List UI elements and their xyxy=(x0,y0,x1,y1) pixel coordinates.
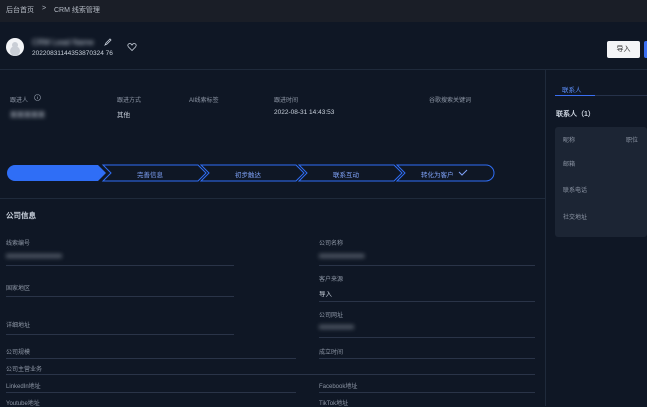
website-label: 公司网址 xyxy=(319,313,344,319)
tab-contacts[interactable]: 联系人 xyxy=(562,84,582,94)
step-label-interaction: 联系互动 xyxy=(333,172,359,179)
search-keywords-label: 谷歌搜索关键词 xyxy=(429,98,472,104)
lead-no-label: 线索编号 xyxy=(6,241,31,247)
scale-label: 公司规模 xyxy=(6,350,31,356)
main-business-label: 公司主营业务 xyxy=(6,367,43,373)
info-icon[interactable] xyxy=(34,94,41,101)
email-label: 邮箱 xyxy=(563,162,576,168)
contact-card[interactable]: 昵称 职位 邮箱 联系电话 社交地址 xyxy=(555,127,647,237)
established-label: 成立时间 xyxy=(319,350,344,356)
follow-method-label: 跟进方式 xyxy=(117,98,142,104)
right-panel-divider xyxy=(545,70,546,406)
company-name-value: xxxxxxxxxxxxx xyxy=(319,253,365,260)
section-title-company: 公司信息 xyxy=(6,211,36,220)
header-divider xyxy=(0,69,647,70)
top-breadcrumb-bar: 后台首页 > CRM 线索管理 xyxy=(0,0,647,22)
step-label-convert: 转化为客户 xyxy=(421,172,454,179)
follower-value: 某某某某某 xyxy=(10,112,45,119)
step-label-complete-info: 完善信息 xyxy=(137,172,163,179)
import-button[interactable]: 导入 xyxy=(607,41,640,58)
check-icon xyxy=(458,169,468,176)
position-label: 职位 xyxy=(626,138,639,144)
follow-method-value: 其他 xyxy=(117,112,130,119)
ai-tags-label: AI线索标签 xyxy=(189,98,219,104)
breadcrumb-separator: > xyxy=(42,5,47,12)
lead-id: 20220831144353870324 76 xyxy=(32,50,113,57)
edit-icon[interactable] xyxy=(104,38,112,46)
address-label: 详细地址 xyxy=(6,323,31,329)
phone-label: 联系电话 xyxy=(563,188,588,194)
source-value: 导入 xyxy=(319,291,332,298)
lead-no-value: xxxxxxxxxxxxxxxx xyxy=(6,253,62,260)
facebook-label: Facebook地址 xyxy=(319,384,358,390)
breadcrumb-current: CRM 线索管理 xyxy=(54,7,100,14)
source-label: 客户来源 xyxy=(319,277,344,283)
breadcrumb-home[interactable]: 后台首页 xyxy=(6,5,34,15)
follower-label: 跟进人 xyxy=(10,98,29,104)
favorite-icon[interactable] xyxy=(127,42,137,52)
lead-name: CRM Lead Name xyxy=(32,38,94,47)
contacts-count: 联系人（1） xyxy=(556,111,595,118)
tab-underline xyxy=(555,95,595,96)
linkedin-label: LinkedIn地址 xyxy=(6,384,41,390)
steps-divider xyxy=(0,198,545,199)
website-value: xxxxxxxxxx xyxy=(319,324,354,331)
avatar xyxy=(6,38,24,56)
step-label-initial-contact: 初步触达 xyxy=(235,172,261,179)
nickname-label: 昵称 xyxy=(563,138,576,144)
follow-time-value: 2022-08-31 14:43:53 xyxy=(274,109,335,116)
social-label: 社交地址 xyxy=(563,215,588,221)
follow-time-label: 跟进时间 xyxy=(274,98,299,104)
step-current[interactable] xyxy=(7,165,106,181)
company-name-label: 公司名称 xyxy=(319,241,344,247)
country-label: 国家地区 xyxy=(6,286,31,292)
